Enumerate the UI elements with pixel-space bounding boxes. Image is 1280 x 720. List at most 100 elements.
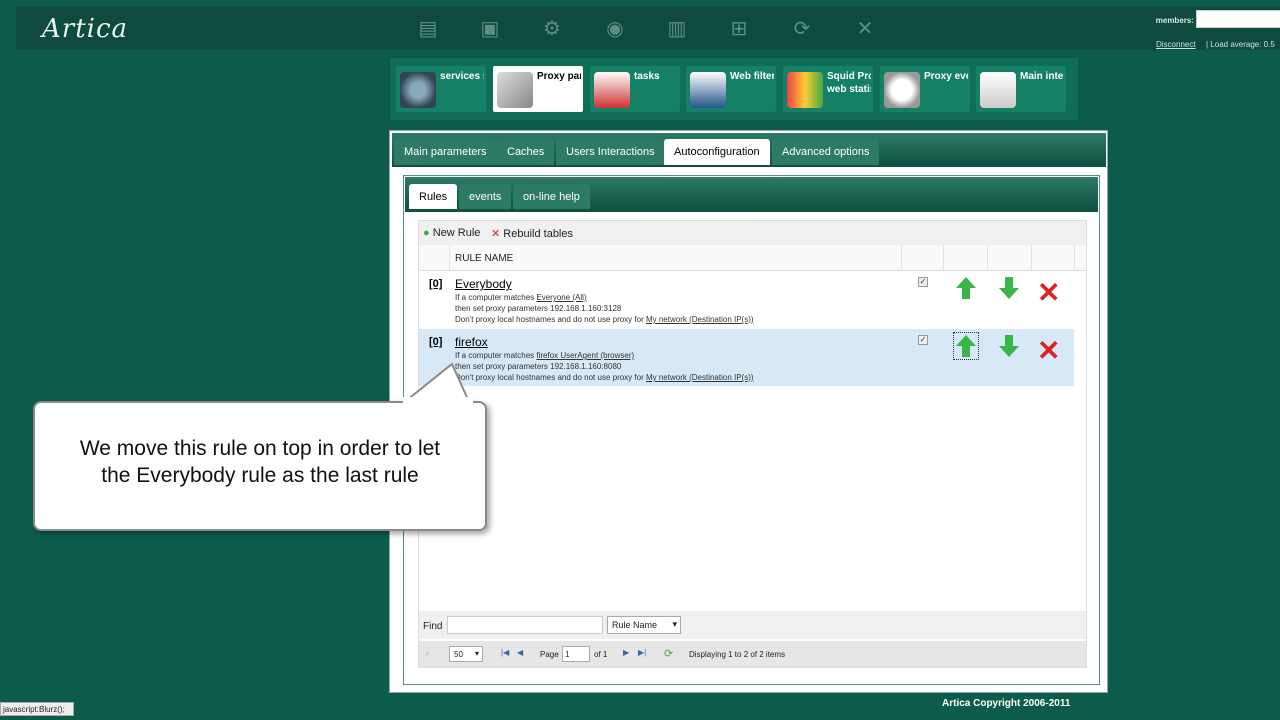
disconnect-link[interactable]: Disconnect: [1156, 40, 1196, 49]
module-proxy-parameters[interactable]: Proxy para: [493, 66, 583, 112]
refresh-icon[interactable]: ⟳: [664, 647, 673, 660]
tab-advanced-options[interactable]: Advanced options: [772, 139, 880, 165]
next-page-icon[interactable]: ▶: [623, 648, 629, 657]
find-field-select[interactable]: Rule Name ▾: [607, 616, 681, 634]
module-label: Main inter: [1020, 71, 1064, 82]
col-rule-name[interactable]: RULE NAME: [455, 253, 513, 264]
col-divider: [901, 245, 902, 271]
callout-line2: the Everybody rule as the last rule: [101, 464, 419, 487]
status-bar: javascript:Blurz();: [0, 702, 74, 716]
module-label: Proxy eve: [924, 71, 968, 82]
callout-line1: We move this rule on top in order to let: [79, 437, 441, 460]
rules-grid: ● New Rule ✕ Rebuild tables RULE NAME [0…: [418, 220, 1087, 668]
load-average: | Load average: 0.5: [1206, 40, 1275, 49]
globe-search-icon[interactable]: ◉: [602, 18, 628, 40]
col-divider: [449, 245, 450, 271]
find-input[interactable]: [447, 616, 603, 634]
members-input[interactable]: [1196, 10, 1280, 28]
wrench-icon: [497, 72, 533, 108]
tab-caches[interactable]: Caches: [497, 139, 555, 165]
tab-events[interactable]: events: [459, 184, 512, 209]
rule-index-link[interactable]: [0]: [429, 336, 442, 348]
grid-toolbar: ● New Rule ✕ Rebuild tables: [419, 221, 1086, 245]
delete-rule-icon[interactable]: ✕: [1037, 337, 1065, 365]
main-panel: Main parameters Caches Users Interaction…: [389, 130, 1108, 693]
rule-name-link[interactable]: Everybody: [455, 277, 512, 291]
move-down-icon[interactable]: [997, 333, 1021, 359]
gear-icon[interactable]: ⚙: [539, 18, 565, 40]
main-tabs: Main parameters Caches Users Interaction…: [392, 133, 1106, 167]
copyright: Artica Copyright 2006-2011: [942, 698, 1071, 709]
move-up-icon[interactable]: [953, 332, 979, 360]
last-page-icon[interactable]: ▶|: [638, 648, 646, 657]
network-icon[interactable]: ⊞: [726, 18, 752, 40]
refresh-icon[interactable]: ⟳: [789, 18, 815, 40]
find-label: Find: [423, 621, 443, 632]
page-input[interactable]: 1: [562, 646, 590, 662]
page-of: of 1: [594, 650, 608, 659]
close-icon[interactable]: ✕: [852, 18, 878, 40]
module-label: tasks: [634, 71, 660, 82]
tab-autoconfiguration[interactable]: Autoconfiguration: [664, 139, 770, 165]
callout-pointer-join: [403, 397, 473, 405]
enable-checkbox[interactable]: ✓: [918, 277, 928, 287]
sub-tabs: Rules events on-line help: [405, 177, 1098, 212]
web-filter-icon: [690, 72, 726, 108]
page-label: Page: [540, 650, 559, 659]
autoconfig-panel: Rules events on-line help ● New Rule ✕ R…: [403, 175, 1100, 685]
rule-name-link[interactable]: firefox: [455, 335, 488, 349]
search-icon[interactable]: ⌕: [425, 649, 429, 659]
members-label: members:: [1155, 16, 1194, 25]
group-link[interactable]: firefox UserAgent (browser): [536, 351, 634, 360]
col-divider: [1031, 245, 1032, 271]
tab-users-interactions[interactable]: Users Interactions: [556, 139, 665, 165]
stats-icon: [787, 72, 823, 108]
network-link[interactable]: My network (Destination IP(s)): [646, 373, 754, 382]
network-link[interactable]: My network (Destination IP(s)): [646, 315, 754, 324]
enable-checkbox[interactable]: ✓: [918, 335, 928, 345]
rule-line2: then set proxy parameters 192.168.1.160:…: [455, 304, 622, 313]
prev-page-icon[interactable]: ◀: [517, 648, 523, 657]
delete-icon: ✕: [491, 228, 501, 240]
artica-logo[interactable]: Artica: [42, 14, 128, 44]
find-bar: Find Rule Name ▾: [419, 611, 1086, 639]
col-divider: [987, 245, 988, 271]
rule-line1: If a computer matches firefox UserAgent …: [455, 351, 635, 360]
new-rule-button[interactable]: ● New Rule: [423, 227, 480, 239]
monitor-search-icon[interactable]: ▣: [477, 18, 503, 40]
module-proxy-events[interactable]: Proxy eve: [880, 66, 970, 112]
tutorial-callout: We move this rule on top in order to let…: [33, 401, 487, 531]
move-up-icon[interactable]: [954, 275, 978, 301]
rebuild-label: Rebuild tables: [503, 228, 573, 240]
col-divider: [943, 245, 944, 271]
module-tasks[interactable]: tasks: [590, 66, 680, 112]
tab-online-help[interactable]: on-line help: [513, 184, 590, 209]
module-main-interface[interactable]: Main inter: [976, 66, 1066, 112]
callout-text: We move this rule on top in order to let…: [35, 435, 485, 489]
first-page-icon[interactable]: |◀: [501, 648, 509, 657]
form-icon: [980, 72, 1016, 108]
pager-bar: ⌕ 50 ▾ |◀ ◀ Page 1 of 1 ▶ ▶| ⟳ Displaying…: [419, 641, 1086, 667]
module-squid-stats[interactable]: Squid Prox web statis: [783, 66, 873, 112]
table-row[interactable]: [0] firefox If a computer matches firefo…: [419, 329, 1074, 386]
delete-rule-icon[interactable]: ✕: [1037, 279, 1065, 307]
group-link[interactable]: Everyone (All): [536, 293, 586, 302]
chart-icon[interactable]: ▥: [664, 18, 690, 40]
folder-icon[interactable]: ▤: [415, 18, 441, 40]
module-label: Web filteri: [730, 71, 774, 82]
rebuild-tables-button[interactable]: ✕ Rebuild tables: [491, 227, 573, 240]
gears-icon: [400, 72, 436, 108]
rule-line3: Don't proxy local hostnames and do not u…: [455, 373, 754, 382]
top-header: Artica ▤ ▣ ⚙ ◉ ▥ ⊞ ⟳ ✕: [16, 6, 1280, 50]
table-row[interactable]: [0] Everybody If a computer matches Ever…: [419, 271, 1074, 328]
module-services[interactable]: services s: [396, 66, 486, 112]
rule-index-link[interactable]: [0]: [429, 278, 442, 290]
per-page-select[interactable]: 50 ▾: [449, 646, 483, 662]
tab-main-parameters[interactable]: Main parameters: [394, 139, 497, 165]
module-label: services s: [440, 71, 484, 82]
module-web-filtering[interactable]: Web filteri: [686, 66, 776, 112]
move-down-icon[interactable]: [997, 275, 1021, 301]
module-label: Squid Prox web statis: [827, 71, 871, 95]
tab-rules[interactable]: Rules: [409, 184, 458, 209]
rule-line3: Don't proxy local hostnames and do not u…: [455, 315, 754, 324]
